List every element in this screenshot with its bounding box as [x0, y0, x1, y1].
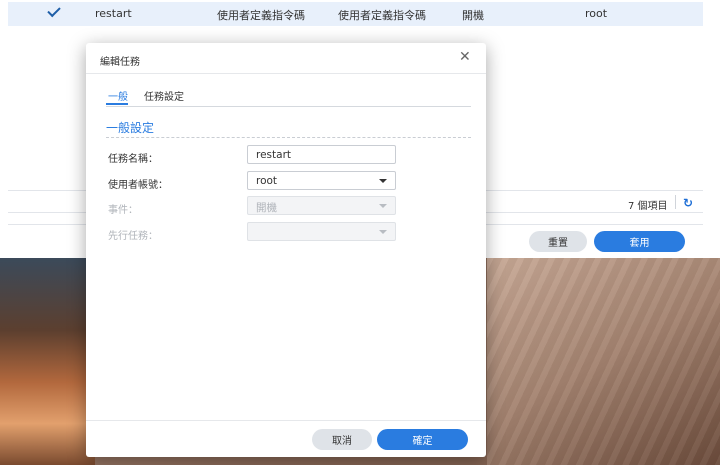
event-value: 開機	[256, 202, 277, 214]
user-account-select[interactable]: root	[247, 171, 396, 190]
divider	[675, 195, 676, 209]
ok-button[interactable]: 確定	[377, 429, 468, 450]
event-select[interactable]: 開機	[247, 196, 396, 215]
section-title: 一般設定	[106, 121, 155, 135]
active-tab-indicator	[106, 103, 128, 105]
cell-user: root	[585, 7, 608, 20]
event-label: 事件：	[108, 205, 138, 216]
divider	[86, 73, 486, 74]
pre-task-select[interactable]	[247, 222, 396, 241]
task-name-label: 任務名稱：	[108, 154, 158, 165]
item-count: 7 個項目	[628, 201, 668, 212]
dialog-title: 編輯任務	[100, 57, 140, 68]
divider	[106, 137, 471, 138]
chevron-down-icon	[379, 230, 387, 234]
task-name-input[interactable]: restart	[247, 145, 396, 164]
user-account-value: root	[256, 175, 278, 187]
cancel-button[interactable]: 取消	[312, 429, 372, 450]
task-name-value: restart	[256, 149, 292, 161]
cell-task-type: 使用者定義指令碼	[217, 9, 305, 22]
cell-event: 開機	[462, 9, 484, 22]
pre-task-label: 先行任務：	[108, 231, 158, 242]
chevron-down-icon	[379, 204, 387, 208]
tab-general[interactable]: 一般	[108, 88, 128, 103]
tab-task-settings[interactable]: 任務設定	[144, 88, 184, 103]
check-icon[interactable]	[47, 3, 61, 18]
wallpaper-left	[0, 258, 95, 465]
reset-button[interactable]: 重置	[529, 231, 587, 252]
wallpaper-right	[487, 258, 720, 465]
cell-action: 使用者定義指令碼	[338, 9, 426, 22]
apply-button[interactable]: 套用	[594, 231, 685, 252]
table-row[interactable]: restart 使用者定義指令碼 使用者定義指令碼 開機 root	[8, 2, 703, 26]
chevron-down-icon	[379, 179, 387, 183]
divider	[106, 106, 471, 107]
close-icon[interactable]: ✕	[459, 49, 471, 65]
refresh-icon[interactable]: ↻	[683, 196, 693, 210]
user-account-label: 使用者帳號：	[108, 180, 168, 191]
cell-task-name: restart	[95, 7, 132, 20]
edit-task-dialog: 編輯任務 ✕ 一般 任務設定 一般設定 任務名稱： restart 使用者帳號：…	[86, 43, 486, 457]
divider	[86, 420, 486, 421]
